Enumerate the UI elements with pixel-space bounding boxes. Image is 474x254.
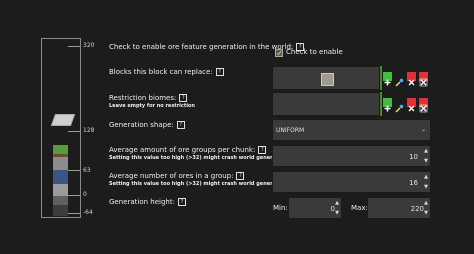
deepslate-layer [53,196,68,205]
stone-block-icon [321,73,334,86]
help-icon[interactable]: ? [177,198,186,206]
clear-icon[interactable] [419,72,428,87]
dirt-layer [53,157,68,170]
remove-icon[interactable] [407,98,416,112]
shape-label: Generation shape: [109,121,174,129]
restriction-hint: Leave empty for no restriction [109,103,195,109]
groups-label: Average amount of ore groups per chunk: [109,146,256,154]
add-icon[interactable] [383,98,392,112]
chevron-down-icon: ⌄ [420,126,426,133]
ore-gen-label: Check to enable ore feature generation i… [109,43,294,51]
gauge-tick-label: 128 [83,127,95,134]
arrow-up-icon[interactable]: ▲ [422,172,430,182]
list-accent [380,92,382,116]
restriction-row: Restriction biomes:? Leave empty for no … [109,94,195,110]
pick-icon[interactable] [395,72,404,87]
gauge-tick-label: 320 [83,42,95,49]
help-icon[interactable]: ? [176,121,185,129]
min-label: Min: [273,204,288,212]
clear-icon[interactable] [419,98,428,113]
ores-row: Average number of ores in a group:? Sett… [109,172,284,188]
spinner-arrows[interactable]: ▲ ▼ [333,198,341,218]
arrow-up-icon[interactable]: ▲ [422,146,430,156]
remove-icon[interactable] [407,72,416,86]
max-height-spinner[interactable]: 220 ▲ ▼ [367,197,431,219]
max-label: Max: [351,204,368,212]
groups-hint: Setting this value too high (>32) might … [109,155,285,161]
arrow-down-icon[interactable]: ▼ [422,208,430,218]
ore-gen-checkbox-label: Check to enable [286,48,343,56]
shape-value: UNIFORM [276,127,305,134]
arrow-down-icon[interactable]: ▼ [422,156,430,166]
checkbox-icon[interactable] [275,48,283,57]
replace-block-list[interactable] [272,66,380,90]
spinner-arrows[interactable]: ▲ ▼ [422,198,430,218]
ore-gen-toggle[interactable]: Check to enable [275,48,343,57]
groups-spinner[interactable]: 10 ▲ ▼ [272,145,431,167]
gauge-tick-label: 0 [83,191,87,198]
gauge-tick [68,46,80,47]
ores-label: Average number of ores in a group: [109,172,234,180]
gauge-tick [68,170,80,171]
grass-layer [53,145,68,157]
gauge-tick-label: 63 [83,167,91,174]
gauge-tick-label: -64 [83,209,93,216]
ores-spinner[interactable]: 16 ▲ ▼ [272,171,431,193]
arrow-down-icon[interactable]: ▼ [333,208,341,218]
gauge-tick [68,195,80,196]
list-accent [380,66,382,90]
replace-row: Blocks this block can replace:? [109,68,224,77]
spinner-arrows[interactable]: ▲ ▼ [422,172,430,192]
water-layer [53,170,68,184]
restriction-label: Restriction biomes: [109,94,177,102]
height-label: Generation height: [109,198,175,206]
shape-dropdown[interactable]: UNIFORM ⌄ [272,119,431,141]
arrow-down-icon[interactable]: ▼ [422,182,430,192]
groups-row: Average amount of ore groups per chunk:?… [109,146,284,162]
help-icon[interactable]: ? [258,146,267,154]
replace-label: Blocks this block can replace: [109,68,213,76]
shape-row: Generation shape:? [109,121,185,130]
help-icon[interactable]: ? [236,172,245,180]
stone-layer [53,184,68,196]
add-icon[interactable] [383,72,392,86]
height-row: Generation height:? [109,198,186,207]
pick-icon[interactable] [395,98,404,113]
gauge-tick [68,131,80,132]
arrow-up-icon[interactable]: ▲ [333,198,341,208]
ores-hint: Setting this value too high (>32) might … [109,181,285,187]
bedrock-layer [53,205,68,216]
gauge-tick [68,213,80,214]
help-icon[interactable]: ? [179,94,188,102]
help-icon[interactable]: ? [215,68,224,76]
min-height-spinner[interactable]: 0 ▲ ▼ [288,197,342,219]
arrow-up-icon[interactable]: ▲ [422,198,430,208]
spinner-arrows[interactable]: ▲ ▼ [422,146,430,166]
restriction-biome-list[interactable] [272,92,380,116]
